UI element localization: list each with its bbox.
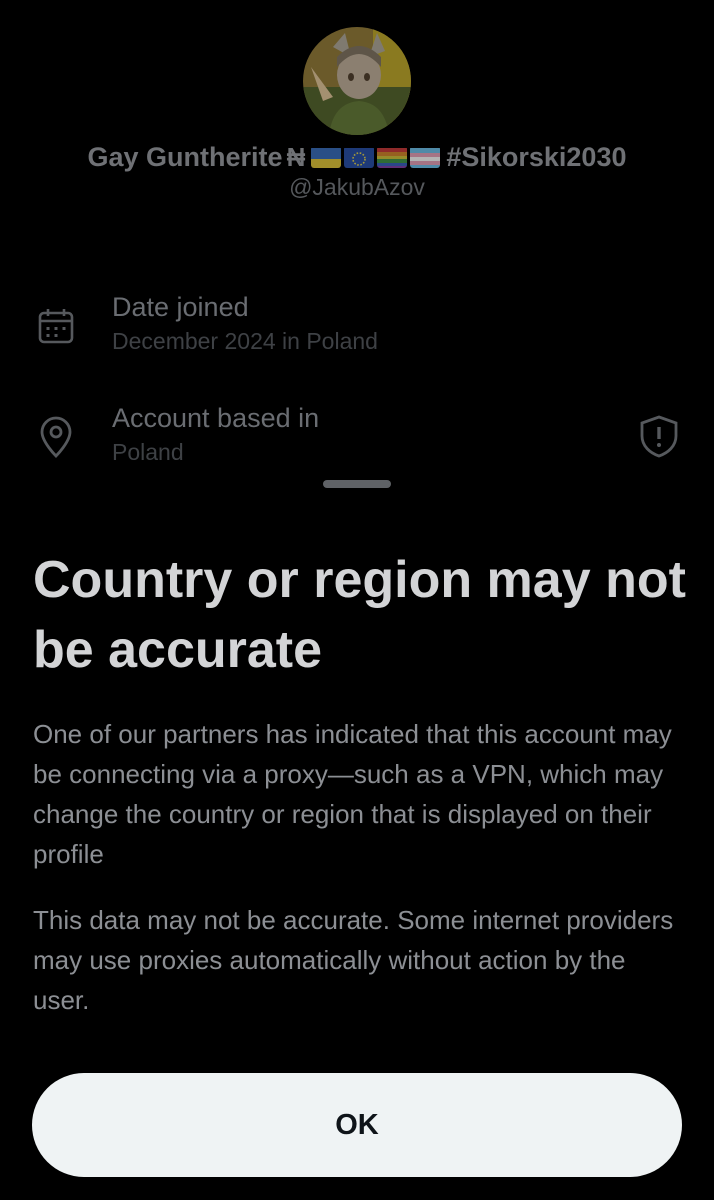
account-based-in-value: Poland: [112, 439, 184, 465]
avatar: [303, 27, 411, 135]
name-symbol: ₦: [286, 141, 306, 172]
eu-flag-icon: [344, 146, 375, 168]
date-joined-value: December 2024 in Poland: [112, 328, 378, 354]
proxy-explanation-text: One of our partners has indicated that t…: [33, 719, 672, 869]
profile-handle: @JakubAzov: [289, 174, 425, 200]
account-info-screen: Gay Guntherite ₦ #Sikorski2030 @JakubAzo…: [0, 0, 714, 1200]
profile-name-row: Gay Guntherite ₦ #Sikorski2030: [0, 138, 714, 176]
hashtag: #Sikorski2030: [446, 141, 627, 172]
trans-flag-icon: [410, 146, 441, 168]
shield-alert-icon[interactable]: [638, 414, 680, 458]
location-pin-icon: [36, 415, 76, 458]
accuracy-disclaimer-text: This data may not be accurate. Some inte…: [33, 905, 674, 1015]
flag-emojis: [311, 146, 441, 168]
sheet-drag-handle[interactable]: [323, 480, 391, 488]
profile-about-background: Gay Guntherite ₦ #Sikorski2030 @JakubAzo…: [0, 0, 714, 480]
date-joined-label: Date joined: [112, 292, 249, 322]
date-joined-row: Date joined December 2024 in Poland: [0, 292, 714, 372]
account-based-in-row: Account based in Poland: [0, 403, 714, 483]
ukraine-flag-icon: [311, 146, 342, 168]
ok-button[interactable]: OK: [32, 1073, 682, 1177]
account-based-in-label: Account based in: [112, 403, 320, 433]
rainbow-flag-icon: [377, 146, 408, 168]
calendar-icon: [36, 306, 76, 346]
display-name: Gay Guntherite: [87, 141, 283, 172]
sheet-title: Country or region may not be accurate: [33, 551, 686, 679]
